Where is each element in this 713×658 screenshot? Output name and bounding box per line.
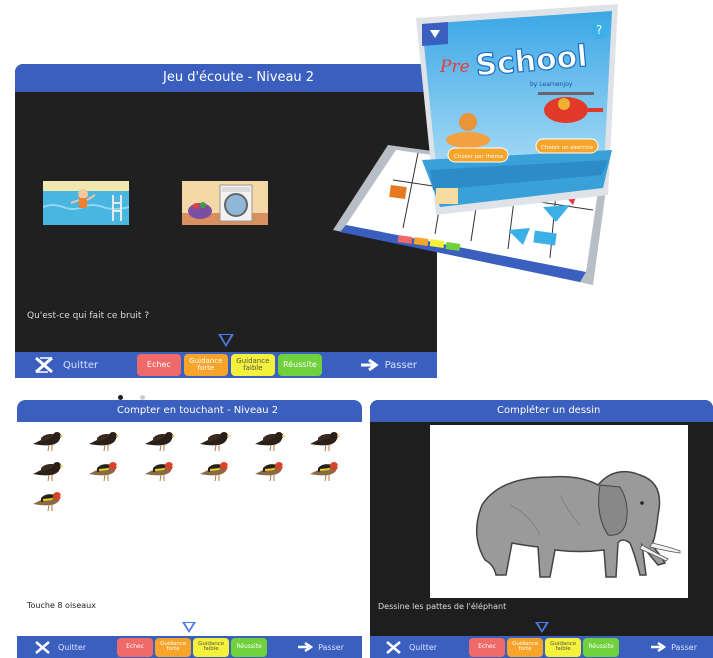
- guidance-footer: Quitter Echec Guidance forte Guidance fa…: [17, 636, 362, 658]
- logo-by: by Learnenjoy: [530, 81, 573, 88]
- quit-icon: [386, 640, 401, 654]
- drawing-canvas[interactable]: [430, 425, 688, 598]
- quit-icon: [35, 640, 50, 654]
- help-icon: ?: [596, 23, 602, 37]
- bird-blackbird-icon[interactable]: [31, 456, 65, 486]
- guidance-buttons: Echec Guidance forte Guidance faible Réu…: [136, 354, 322, 376]
- weak-guidance-button[interactable]: Guidance faible: [193, 637, 230, 657]
- bird-goldfinch-icon[interactable]: [143, 456, 177, 486]
- arrow-right-icon: [298, 642, 314, 652]
- skip-label: Passer: [318, 642, 344, 652]
- bird-goldfinch-icon[interactable]: [253, 456, 287, 486]
- guidance-footer: Quitter Echec Guidance forte Guidance fa…: [370, 636, 713, 658]
- page-title: Compléter un dessin: [497, 405, 601, 416]
- guidance-buttons: Echec Guidance forte Guidance faible Réu…: [469, 637, 620, 657]
- quit-label: Quitter: [58, 642, 87, 652]
- tablet-promo-image: Pre School by Learnenjoy ? Choisir par t…: [318, 0, 713, 300]
- bird-blackbird-icon[interactable]: [253, 426, 287, 456]
- skip-button[interactable]: Passer: [651, 642, 697, 652]
- logo-pre: Pre: [439, 57, 470, 77]
- indicator-triangle-inner: [538, 623, 546, 630]
- guidance-footer: Quitter Echec Guidance forte Guidance fa…: [15, 352, 437, 378]
- fail-button[interactable]: Echec: [117, 637, 154, 657]
- bird-goldfinch-icon[interactable]: [198, 456, 232, 486]
- quit-label: Quitter: [409, 642, 438, 652]
- instruction-text: Dessine les pattes de l'éléphant: [378, 602, 507, 611]
- bird-blackbird-icon[interactable]: [198, 426, 232, 456]
- washing-machine-picture[interactable]: [182, 181, 268, 225]
- indicator-triangle-inner: [185, 623, 193, 630]
- bird-goldfinch-icon[interactable]: [87, 456, 121, 486]
- arrow-right-icon: [360, 359, 379, 371]
- menu-exercise: Choisir un exercice: [541, 145, 594, 151]
- fail-button[interactable]: Echec: [469, 637, 506, 657]
- weak-guidance-button[interactable]: Guidance faible: [545, 637, 582, 657]
- guidance-buttons: Echec Guidance forte Guidance faible Réu…: [117, 637, 268, 657]
- quit-button[interactable]: Quitter: [35, 357, 98, 373]
- bird-blackbird-icon[interactable]: [308, 426, 342, 456]
- strong-guidance-button[interactable]: Guidance forte: [183, 354, 228, 376]
- strong-guidance-button[interactable]: Guidance forte: [507, 637, 544, 657]
- skip-button[interactable]: Passer: [360, 359, 417, 371]
- fail-button[interactable]: Echec: [136, 354, 181, 376]
- success-button[interactable]: Réussite: [231, 637, 268, 657]
- indicator-triangle-inner: [221, 335, 231, 344]
- page-title: Compter en touchant - Niveau 2: [117, 405, 279, 416]
- panel-header: Compléter un dessin: [370, 400, 713, 422]
- panel-header: Compter en touchant - Niveau 2: [17, 400, 362, 422]
- weak-guidance-button[interactable]: Guidance faible: [230, 354, 275, 376]
- bird-blackbird-icon[interactable]: [87, 426, 121, 456]
- quit-icon: [35, 357, 53, 373]
- quit-label: Quitter: [63, 359, 99, 371]
- skip-label: Passer: [384, 359, 417, 371]
- drawing-panel: Compléter un dessin Dessine les pattes d…: [370, 400, 713, 658]
- swimmer-icon: [42, 181, 130, 225]
- question-text: Qu'est-ce qui fait ce bruit ?: [27, 311, 150, 321]
- skip-label: Passer: [671, 642, 697, 652]
- skip-button[interactable]: Passer: [298, 642, 344, 652]
- instruction-text: Touche 8 oiseaux: [27, 601, 96, 610]
- strong-guidance-button[interactable]: Guidance forte: [155, 637, 192, 657]
- arrow-right-icon: [651, 642, 667, 652]
- bird-goldfinch-icon[interactable]: [31, 486, 65, 516]
- counting-panel: Compter en touchant - Niveau 2 Touche 8 …: [17, 400, 362, 658]
- success-button[interactable]: Réussite: [277, 354, 322, 376]
- bird-goldfinch-icon[interactable]: [308, 456, 342, 486]
- pool-picture[interactable]: [42, 181, 130, 225]
- washing-machine-icon: [182, 181, 268, 225]
- bird-blackbird-icon[interactable]: [143, 426, 177, 456]
- tablet-illustration: Pre School by Learnenjoy ? Choisir par t…: [333, 4, 618, 285]
- menu-theme: Choisir par thème: [454, 153, 504, 160]
- success-button[interactable]: Réussite: [583, 637, 620, 657]
- bird-blackbird-icon[interactable]: [31, 426, 65, 456]
- quit-button[interactable]: Quitter: [35, 640, 87, 654]
- elephant-icon: [476, 470, 681, 578]
- quit-button[interactable]: Quitter: [386, 640, 438, 654]
- page-title: Jeu d'écoute - Niveau 2: [163, 70, 315, 85]
